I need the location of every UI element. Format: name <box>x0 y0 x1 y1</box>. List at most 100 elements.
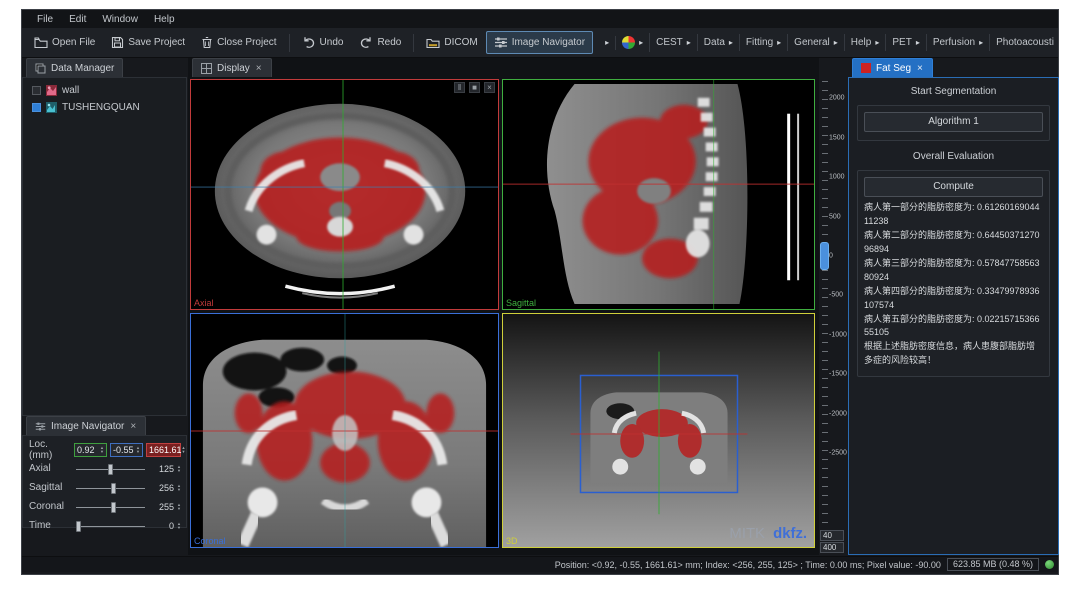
color-menu-button[interactable]: ▸ <box>616 33 650 52</box>
plugin-menu-pet[interactable]: PET▸ <box>886 34 926 51</box>
menu-file[interactable]: File <box>30 12 60 27</box>
open-file-button[interactable]: Open File <box>26 31 103 54</box>
coronal-slider[interactable] <box>74 500 147 514</box>
level-value-box[interactable]: 40 <box>820 530 844 541</box>
time-slider[interactable] <box>74 519 147 533</box>
loc-z-spinbox[interactable]: 1661.61▲▼ <box>146 443 181 457</box>
slider-handle[interactable] <box>111 502 116 513</box>
window-value-box[interactable]: 400 <box>820 542 844 553</box>
lw-tick-label: 1000 <box>829 174 845 181</box>
image-navigator-button[interactable]: Image Navigator <box>486 31 593 54</box>
lw-tick-label: -1000 <box>829 331 847 338</box>
evaluation-results: 病人第一部分的脂肪密度为: 0.6126016904411238 病人第二部分的… <box>864 201 1043 368</box>
plugin-overflow-button[interactable]: ▸ <box>599 36 616 50</box>
close-project-button[interactable]: Close Project <box>193 31 284 54</box>
toolbar-separator <box>289 34 290 52</box>
loc-y-spinbox[interactable]: -0.55▲▼ <box>110 443 143 457</box>
spinner-arrows-icon[interactable]: ▲▼ <box>177 465 181 473</box>
sagittal-slider[interactable] <box>74 481 147 495</box>
open-file-label: Open File <box>52 37 95 48</box>
overall-evaluation-title: Overall Evaluation <box>857 151 1050 162</box>
close-project-label: Close Project <box>217 37 276 48</box>
loc-z-value: 1661.61 <box>149 445 182 455</box>
plugin-menu-general[interactable]: General▸ <box>788 34 845 51</box>
undo-label: Undo <box>320 37 344 48</box>
tree-item-tushengquan[interactable]: TUSHENGQUAN <box>23 99 186 116</box>
axial-view-label: Axial <box>194 298 214 308</box>
data-manager-icon <box>35 63 46 74</box>
undo-button[interactable]: Undo <box>294 31 352 54</box>
coronal-ct-image <box>191 314 498 547</box>
result-line: 病人第五部分的脂肪密度为: 0.0221571536655105 <box>864 313 1043 341</box>
slider-track <box>76 526 145 527</box>
undo-icon <box>302 36 316 49</box>
axial-ct-image <box>191 80 498 309</box>
coronal-viewport[interactable]: Coronal <box>190 313 499 548</box>
plugin-menu-help[interactable]: Help▸ <box>845 34 887 51</box>
plugin-menu-fitting[interactable]: Fitting▸ <box>740 34 788 51</box>
svg-text:MITK dkfz.: MITK dkfz. <box>729 526 807 542</box>
plugin-menu-label: General <box>794 37 830 48</box>
display-layout-icon <box>201 63 212 74</box>
compute-button[interactable]: Compute <box>864 177 1043 197</box>
slider-handle[interactable] <box>108 464 113 475</box>
plugin-menu-perfusion[interactable]: Perfusion▸ <box>927 34 990 51</box>
plugin-menu-data[interactable]: Data▸ <box>698 34 740 51</box>
plugin-menu-cest[interactable]: CEST▸ <box>650 34 698 51</box>
tab-label: Image Navigator <box>51 421 124 432</box>
spinner-arrows-icon[interactable]: ▲▼ <box>136 446 140 454</box>
chevron-right-icon: ▸ <box>605 39 609 47</box>
redo-button[interactable]: Redo <box>351 31 409 54</box>
fullscreen-view-icon[interactable]: × <box>484 82 495 93</box>
tab-data-manager[interactable]: Data Manager <box>26 58 123 77</box>
chevron-right-icon: ▸ <box>875 39 879 47</box>
axial-slider-row: Axial 125 ▲▼ <box>29 459 181 478</box>
coronal-slider-row: Coronal 255 ▲▼ <box>29 497 181 516</box>
level-window-handle[interactable] <box>820 242 829 270</box>
spinner-arrows-icon[interactable]: ▲▼ <box>177 522 181 530</box>
spinner-arrows-icon[interactable]: ▲▼ <box>177 484 181 492</box>
result-line: 病人第三部分的脂肪密度为: 0.5784775856380924 <box>864 257 1043 285</box>
axial-slider[interactable] <box>74 462 147 476</box>
threed-viewport[interactable]: MITK dkfz. 3D <box>502 313 815 548</box>
close-icon[interactable]: × <box>255 63 263 74</box>
axial-viewport[interactable]: ‖ ■ × Axial <box>190 79 499 310</box>
tab-image-navigator[interactable]: Image Navigator × <box>26 416 146 435</box>
loc-x-spinbox[interactable]: 0.92▲▼ <box>74 443 107 457</box>
slider-handle[interactable] <box>111 483 116 494</box>
chevron-right-icon: ▸ <box>729 39 733 47</box>
dicom-label: DICOM <box>444 37 477 48</box>
chevron-right-icon: ▸ <box>687 39 691 47</box>
menu-help[interactable]: Help <box>147 12 182 27</box>
sagittal-slider-value: 256 <box>150 483 174 493</box>
tree-item-wall[interactable]: wall <box>23 82 186 99</box>
dicom-button[interactable]: DICOM <box>418 31 485 54</box>
memory-usage-indicator: 623.85 MB (0.48 %) <box>947 558 1039 571</box>
menu-edit[interactable]: Edit <box>62 12 93 27</box>
spinner-arrows-icon[interactable]: ▲▼ <box>177 503 181 511</box>
save-project-button[interactable]: Save Project <box>103 31 193 54</box>
spinner-arrows-icon[interactable]: ▲▼ <box>182 446 186 454</box>
fat-seg-panel: Fat Seg × Start Segmentation Algorithm 1… <box>848 58 1059 555</box>
result-line: 病人第四部分的脂肪密度为: 0.33479978936107574 <box>864 285 1043 313</box>
visibility-checkbox[interactable] <box>32 103 41 112</box>
spinner-arrows-icon[interactable]: ▲▼ <box>100 446 104 454</box>
sagittal-viewport[interactable]: Sagittal <box>502 79 815 310</box>
layout-view-icon[interactable]: ■ <box>469 82 480 93</box>
tab-display[interactable]: Display × <box>192 58 272 77</box>
plugin-menu-photoacoustics[interactable]: Photoacoustics▸ <box>990 34 1054 51</box>
level-window-slider[interactable]: 2000 1500 1000 500 0 -500 -1000 -1500 -2… <box>819 81 848 524</box>
slider-handle[interactable] <box>76 521 81 532</box>
result-line: 病人第一部分的脂肪密度为: 0.6126016904411238 <box>864 201 1043 229</box>
algorithm-1-button[interactable]: Algorithm 1 <box>864 112 1043 132</box>
close-icon[interactable]: × <box>916 63 924 74</box>
close-icon[interactable]: × <box>129 421 137 432</box>
image-navigator-body: Loc. (mm) 0.92▲▼ -0.55▲▼ 1661.61▲▼ Axial… <box>22 435 187 528</box>
menu-window[interactable]: Window <box>95 12 145 27</box>
redo-label: Redo <box>377 37 401 48</box>
tab-fat-seg[interactable]: Fat Seg × <box>852 58 933 77</box>
chevron-right-icon: ▸ <box>979 39 983 47</box>
mitk-application-window: File Edit Window Help Open File Save Pro… <box>21 9 1059 575</box>
pin-view-icon[interactable]: ‖ <box>454 82 465 93</box>
visibility-checkbox[interactable] <box>32 86 41 95</box>
